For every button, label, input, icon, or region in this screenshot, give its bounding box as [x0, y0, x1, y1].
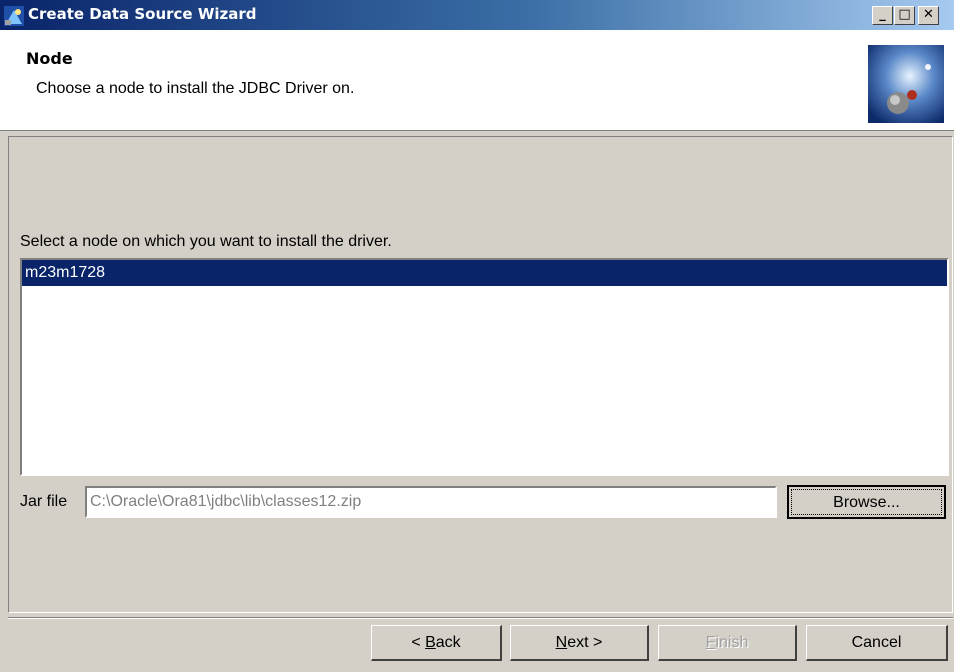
node-list[interactable]: m23m1728 — [20, 258, 949, 476]
wizard-header: Node Choose a node to install the JDBC D… — [0, 30, 954, 131]
finish-button[interactable]: Finish — [658, 625, 797, 661]
next-button[interactable]: Next > — [510, 625, 649, 661]
finish-mnemonic: F — [705, 634, 716, 651]
page-subtitle: Choose a node to install the JDBC Driver… — [36, 80, 355, 97]
back-button[interactable]: < Back — [371, 625, 502, 661]
footer-divider — [8, 617, 953, 619]
node-prompt-label: Select a node on which you want to insta… — [20, 233, 392, 250]
maximize-button[interactable]: □ — [894, 6, 915, 25]
globe-graphic-icon — [868, 45, 944, 123]
window-title: Create Data Source Wizard — [28, 5, 257, 23]
title-bar[interactable]: Create Data Source Wizard _ □ ✕ — [0, 0, 954, 30]
back-rest: ack — [435, 634, 461, 651]
jar-file-label: Jar file — [20, 493, 68, 510]
minimize-button[interactable]: _ — [872, 6, 893, 25]
browse-button[interactable]: Browse... — [787, 485, 946, 519]
jar-file-input[interactable] — [85, 486, 777, 518]
close-button[interactable]: ✕ — [918, 6, 939, 25]
cancel-button[interactable]: Cancel — [806, 625, 948, 661]
wizard-app-icon — [4, 6, 24, 26]
back-mnemonic: B — [425, 634, 436, 651]
next-mnemonic: N — [555, 634, 568, 651]
node-list-item[interactable]: m23m1728 — [22, 260, 947, 286]
next-rest: ext > — [567, 634, 603, 651]
page-title: Node — [26, 49, 73, 68]
finish-rest: inish — [715, 634, 749, 651]
back-prefix: < — [411, 634, 426, 651]
